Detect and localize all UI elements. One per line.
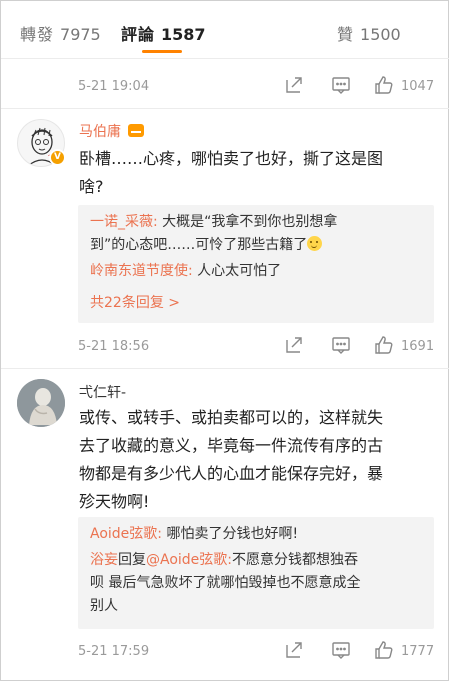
reply-mid: 回复 <box>118 552 146 568</box>
tab-bar: 轉發 7975 評論 1587 贊 1500 <box>1 1 449 59</box>
reply-username[interactable]: 浴妄 <box>90 552 118 568</box>
tab-comment-count: 1587 <box>161 25 206 44</box>
comment-icon[interactable] <box>331 640 353 662</box>
comment-text-line: 或传、或转手、或拍卖都可以的，这样就失 <box>79 408 384 427</box>
username[interactable]: 马伯庸 <box>79 121 145 141</box>
more-replies-link[interactable]: 共22条回复 > <box>90 292 180 312</box>
tab-like-label: 贊 <box>337 25 355 44</box>
share-icon[interactable] <box>284 335 306 357</box>
reply-text: 呗 最后气急败坏了就哪怕毁掉也不愿意成全 <box>90 575 361 591</box>
divider <box>1 108 449 109</box>
reply-item: 岭南东道节度使: 人心太可怕了 <box>90 260 424 283</box>
avatar[interactable] <box>17 379 65 427</box>
username[interactable]: 弌仁轩- <box>79 382 126 402</box>
comment-text-line: 卧槽……心疼，哪怕卖了也好，撕了这是图 <box>79 149 384 168</box>
share-icon[interactable] <box>284 640 306 662</box>
reply-text: 不愿意分钱都想独吞 <box>232 552 359 568</box>
verified-badge-icon: V <box>49 149 66 166</box>
reply-item: 别人 <box>90 595 424 618</box>
comment-text: 卧槽……心疼，哪怕卖了也好，撕了这是图 啥? <box>79 145 434 201</box>
comment-text-line: 殄天物啊! <box>79 492 150 511</box>
smile-emoji-icon <box>307 236 323 251</box>
comment-time: 5-21 19:04 <box>78 79 150 94</box>
comment-actions: 5-21 18:56 1691 <box>1 335 449 359</box>
reply-text: 大概是“我拿不到你也别想拿 <box>157 214 338 230</box>
tab-repost[interactable]: 轉發 7975 <box>20 21 101 45</box>
crown-badge-icon <box>128 124 145 137</box>
comment-text-line: 啥? <box>79 177 104 196</box>
reply-text: 人心太可怕了 <box>192 263 282 279</box>
tab-like[interactable]: 贊 1500 <box>337 21 401 45</box>
reply-text: 哪怕卖了分钱也好啊! <box>162 526 299 542</box>
weibo-comment-view: 轉發 7975 評論 1587 贊 1500 5-21 19:04 1047 V… <box>0 0 449 681</box>
reply-item: 浴妄回复@Aoide弦歌:不愿意分钱都想独吞 <box>90 549 424 572</box>
reply-item: 呗 最后气急败坏了就哪怕毁掉也不愿意成全 <box>90 572 424 595</box>
reply-item: Aoide弦歌: 哪怕卖了分钱也好啊! <box>90 523 424 546</box>
like-count: 1691 <box>401 339 435 354</box>
tab-comment-label: 評論 <box>121 25 156 44</box>
reply-text: 到”的心态吧……可怜了那些古籍了 <box>90 237 308 253</box>
active-tab-indicator <box>142 50 182 53</box>
comment-text-line: 物都是有多少代人的心血才能保存完好，暴 <box>79 464 384 483</box>
statue-avatar-icon <box>17 379 65 427</box>
reply-text: 别人 <box>90 598 118 614</box>
share-icon[interactable] <box>284 75 306 97</box>
like-count: 1047 <box>401 79 435 94</box>
reply-item: 一诺_采薇: 大概是“我拿不到你也别想拿 <box>90 211 424 234</box>
username-text: 马伯庸 <box>79 124 121 140</box>
reply-mention[interactable]: @Aoide弦歌: <box>146 552 232 568</box>
thumbs-up-icon[interactable] <box>374 335 396 357</box>
tab-repost-label: 轉發 <box>20 25 55 44</box>
comment-time: 5-21 17:59 <box>78 644 150 659</box>
divider <box>1 368 449 369</box>
reply-username[interactable]: Aoide弦歌: <box>90 526 162 542</box>
reply-box[interactable]: Aoide弦歌: 哪怕卖了分钱也好啊! 浴妄回复@Aoide弦歌:不愿意分钱都想… <box>78 517 434 629</box>
tab-comment[interactable]: 評論 1587 <box>121 21 206 45</box>
comment-text: 或传、或转手、或拍卖都可以的，这样就失 去了收藏的意义，毕竟每一件流传有序的古 … <box>79 404 434 516</box>
comment-icon[interactable] <box>331 335 353 357</box>
thumbs-up-icon[interactable] <box>374 640 396 662</box>
like-count: 1777 <box>401 644 435 659</box>
tab-like-count: 1500 <box>360 25 401 44</box>
reply-box[interactable]: 一诺_采薇: 大概是“我拿不到你也别想拿 到”的心态吧……可怜了那些古籍了 岭南… <box>78 205 434 323</box>
thumbs-up-icon[interactable] <box>374 75 396 97</box>
reply-username[interactable]: 岭南东道节度使: <box>90 263 193 279</box>
tab-repost-count: 7975 <box>60 25 101 44</box>
comment-actions: 5-21 17:59 1777 <box>1 640 449 664</box>
reply-item: 到”的心态吧……可怜了那些古籍了 <box>90 234 424 257</box>
comment-text-line: 去了收藏的意义，毕竟每一件流传有序的古 <box>79 436 384 455</box>
prev-comment-actions: 5-21 19:04 1047 <box>1 75 449 99</box>
comment-time: 5-21 18:56 <box>78 339 150 354</box>
comment-icon[interactable] <box>331 75 353 97</box>
reply-username[interactable]: 一诺_采薇: <box>90 214 158 230</box>
